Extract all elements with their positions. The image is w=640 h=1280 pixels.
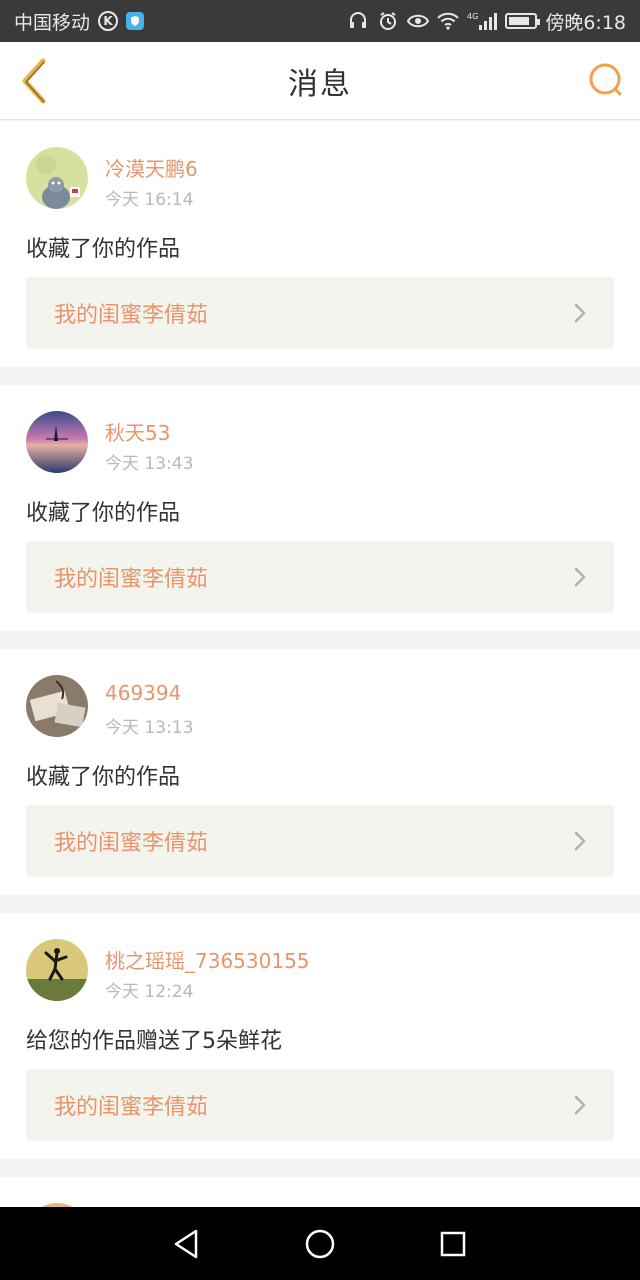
work-title: 我的闺蜜李倩茹 [54,1095,209,1120]
action-text: 给您的作品赠送了5朵鲜花 [26,1029,282,1054]
carrier-label: 中国移动 [14,11,91,34]
message-card: 469394 今天 13:13 收藏了你的作品 我的闺蜜李倩茹 [0,649,640,895]
chevron-right-icon [572,829,588,853]
signal-icon: 4G [467,11,498,31]
k-icon: K [98,11,119,31]
message-card: 冷漠天鹏6 今天 16:14 收藏了你的作品 我的闺蜜李倩茹 [0,121,640,367]
square-recents-icon [441,1231,466,1256]
work-title: 我的闺蜜李倩茹 [54,567,209,592]
avatar[interactable] [26,411,88,473]
svg-text:4G: 4G [467,12,478,21]
battery-icon [505,13,541,29]
navigation-bar [0,1207,640,1280]
work-link[interactable]: 我的闺蜜李倩茹 [26,805,614,877]
timestamp: 今天 12:24 [105,982,194,1002]
chevron-right-icon [572,301,588,325]
wifi-icon [437,11,460,31]
action-text: 收藏了你的作品 [26,501,181,526]
work-link[interactable]: 我的闺蜜李倩茹 [26,541,614,613]
chevron-right-icon [572,1093,588,1117]
circle-home-icon [305,1229,335,1258]
nav-back-button[interactable] [167,1224,207,1264]
avatar[interactable] [26,939,88,1001]
message-card: 秋天53 今天 13:43 收藏了你的作品 我的闺蜜李倩茹 [0,385,640,631]
clock-label: 傍晚6:18 [545,11,626,34]
triangle-back-icon [174,1229,197,1258]
message-card: 桃之瑶瑶_736530155 今天 12:24 给您的作品赠送了5朵鲜花 我的闺… [0,913,640,1159]
page-title: 消息 [288,66,352,102]
alarm-icon [377,11,399,31]
avatar[interactable] [26,147,88,209]
action-text: 收藏了你的作品 [26,237,181,262]
back-button[interactable] [14,56,54,106]
timestamp: 今天 13:13 [105,718,194,738]
search-button[interactable] [586,60,626,100]
eye-icon [407,11,430,31]
message-list[interactable]: 冷漠天鹏6 今天 16:14 收藏了你的作品 我的闺蜜李倩茹 秋天53 今天 1… [0,121,640,1207]
status-bar: 中国移动 K 4G 傍晚6:18 [0,0,640,42]
nav-home-button[interactable] [300,1224,340,1264]
timestamp: 今天 13:43 [105,454,194,474]
username[interactable]: 秋天53 [105,417,170,446]
work-title: 我的闺蜜李倩茹 [54,831,209,856]
shield-icon [126,12,145,30]
headset-icon [347,11,369,31]
username[interactable]: 桃之瑶瑶_736530155 [105,945,310,974]
nav-recents-button[interactable] [433,1224,473,1264]
chevron-right-icon [572,565,588,589]
message-card [0,1177,640,1207]
search-icon [589,63,622,96]
username[interactable]: 469394 [105,681,181,705]
action-text: 收藏了你的作品 [26,765,181,790]
chevron-left-icon [22,58,46,104]
timestamp: 今天 16:14 [105,190,194,210]
avatar[interactable] [26,675,88,737]
username[interactable]: 冷漠天鹏6 [105,153,198,182]
work-link[interactable]: 我的闺蜜李倩茹 [26,1069,614,1141]
app-header: 消息 [0,42,640,120]
work-title: 我的闺蜜李倩茹 [54,303,209,328]
work-link[interactable]: 我的闺蜜李倩茹 [26,277,614,349]
